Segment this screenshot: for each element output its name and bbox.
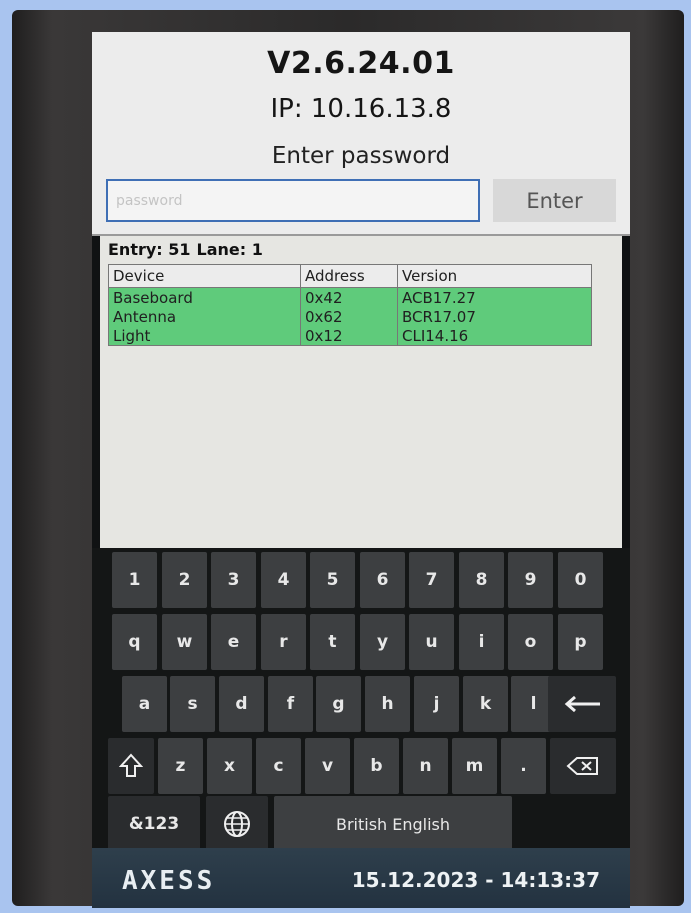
footer-bar: AXESS 15.12.2023 - 14:13:37 [92,848,630,908]
key-2[interactable]: 2 [162,552,207,608]
enter-key[interactable] [548,676,616,732]
key-m[interactable]: m [452,738,497,794]
key-k[interactable]: k [463,676,508,732]
key-period[interactable]: . [501,738,546,794]
lane-label: Lane: 1 [196,240,263,259]
entry-label: Entry: 51 [108,240,191,259]
shift-icon [119,753,143,777]
key-c[interactable]: c [256,738,301,794]
key-5[interactable]: 5 [310,552,355,608]
password-prompt: Enter password [271,143,451,169]
shift-key[interactable] [108,738,154,794]
key-g[interactable]: g [316,676,361,732]
key-9[interactable]: 9 [508,552,553,608]
key-4[interactable]: 4 [261,552,306,608]
device-version: CLI14.16 [397,326,592,346]
key-r[interactable]: r [261,614,306,670]
device-info-panel: Entry: 51 Lane: 1 Device Address Version … [100,236,622,548]
key-s[interactable]: s [170,676,215,732]
device-name: Antenna [108,307,301,326]
backspace-key[interactable] [550,738,616,794]
key-a[interactable]: a [122,676,167,732]
device-address: 0x12 [300,326,398,346]
globe-icon [224,811,250,837]
key-u[interactable]: u [409,614,454,670]
language-key[interactable] [206,796,268,852]
table-header-row: Device Address Version [108,264,592,288]
login-panel: V2.6.24.01 IP: 10.16.13.8 Enter password… [92,32,630,234]
key-y[interactable]: y [360,614,405,670]
device-address: 0x42 [300,287,398,307]
device-table: Device Address Version Baseboard 0x42 AC… [108,264,592,346]
key-1[interactable]: 1 [112,552,157,608]
key-h[interactable]: h [365,676,410,732]
brand-logo: AXESS [122,866,216,896]
key-n[interactable]: n [403,738,448,794]
key-t[interactable]: t [310,614,355,670]
device-version: ACB17.27 [397,287,592,307]
key-z[interactable]: z [158,738,203,794]
device-name: Baseboard [108,287,301,307]
key-3[interactable]: 3 [211,552,256,608]
column-header-address: Address [300,264,398,288]
key-d[interactable]: d [219,676,264,732]
key-e[interactable]: e [211,614,256,670]
key-b[interactable]: b [354,738,399,794]
key-j[interactable]: j [414,676,459,732]
ip-address: IP: 10.16.13.8 [270,94,452,124]
device-address: 0x62 [300,307,398,326]
password-input[interactable] [106,179,480,222]
key-q[interactable]: q [112,614,157,670]
key-i[interactable]: i [459,614,504,670]
symbols-key[interactable]: &123 [108,796,200,852]
firmware-version: V2.6.24.01 [267,46,455,81]
key-x[interactable]: x [207,738,252,794]
table-row: Antenna 0x62 BCR17.07 [108,307,592,326]
entry-lane-line: Entry: 51 Lane: 1 [108,240,269,259]
kiosk-device-frame: V2.6.24.01 IP: 10.16.13.8 Enter password… [12,10,684,908]
enter-button[interactable]: Enter [493,179,616,222]
key-v[interactable]: v [305,738,350,794]
device-name: Light [108,326,301,346]
backspace-icon [566,757,598,775]
table-row: Light 0x12 CLI14.16 [108,326,592,346]
key-w[interactable]: w [162,614,207,670]
touch-screen: V2.6.24.01 IP: 10.16.13.8 Enter password… [92,32,630,908]
table-row: Baseboard 0x42 ACB17.27 [108,287,592,307]
column-header-device: Device [108,264,301,288]
key-6[interactable]: 6 [360,552,405,608]
key-p[interactable]: p [558,614,603,670]
enter-arrow-icon [564,695,600,713]
key-7[interactable]: 7 [409,552,454,608]
space-bar[interactable]: British English [274,796,512,852]
datetime-display: 15.12.2023 - 14:13:37 [351,868,600,892]
key-o[interactable]: o [508,614,553,670]
key-8[interactable]: 8 [459,552,504,608]
key-0[interactable]: 0 [558,552,603,608]
on-screen-keyboard: 1 2 3 4 5 6 7 8 9 0 q w e r t y u i o p … [92,548,630,852]
column-header-version: Version [397,264,592,288]
device-version: BCR17.07 [397,307,592,326]
key-f[interactable]: f [268,676,313,732]
